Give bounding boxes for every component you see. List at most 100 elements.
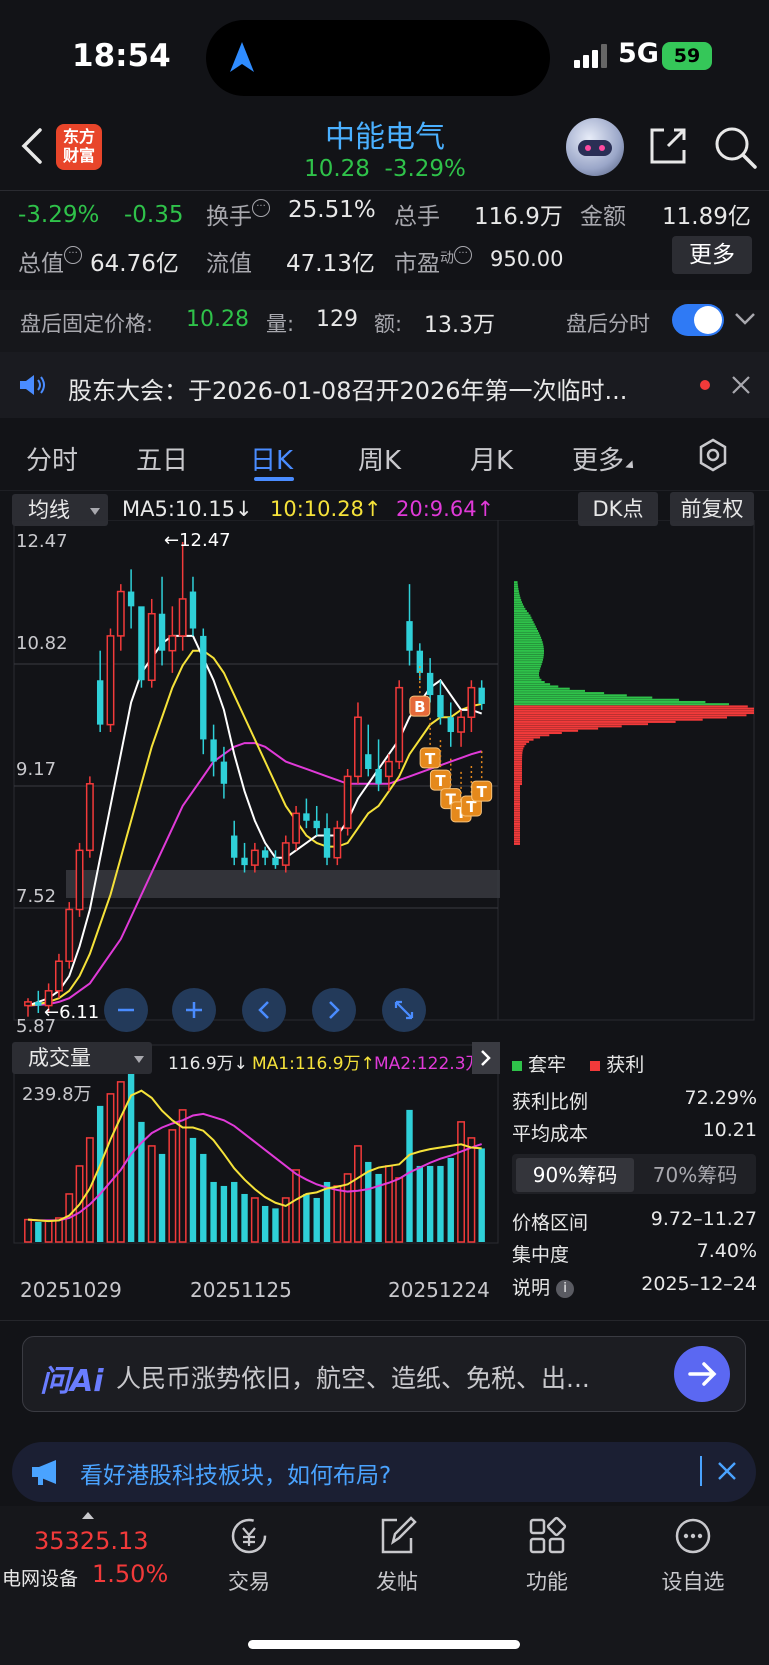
chip-bar bbox=[514, 683, 551, 686]
pe-superscript: 动 bbox=[440, 250, 454, 267]
candle-body-up bbox=[168, 635, 177, 652]
after-vol-label: 量: bbox=[266, 312, 295, 336]
ai-send-button[interactable] bbox=[674, 1346, 730, 1402]
chip-bar bbox=[514, 647, 544, 650]
chip-bar bbox=[514, 842, 520, 845]
volume-bar-up bbox=[116, 1081, 125, 1243]
candle-body-down bbox=[220, 761, 228, 784]
volume-indicator-dropdown[interactable]: 成交量 bbox=[12, 1042, 152, 1074]
volume-bar-up bbox=[457, 1121, 466, 1243]
candle-body-up bbox=[85, 783, 94, 852]
pe-label[interactable]: 市盈动 ··· bbox=[394, 244, 472, 278]
volume-bar-down bbox=[375, 1173, 382, 1242]
chip-bar bbox=[514, 658, 543, 661]
volume-bar-down bbox=[272, 1208, 279, 1242]
chip-bar bbox=[514, 789, 520, 792]
chip-bar bbox=[514, 758, 523, 761]
tab-monthly-k[interactable]: 月K bbox=[470, 440, 513, 477]
chip-bar bbox=[514, 709, 754, 712]
chip-bar bbox=[514, 716, 728, 719]
volume-bar-down bbox=[158, 1153, 166, 1242]
mktcap-label[interactable]: 总值 ··· bbox=[18, 244, 82, 278]
fullscreen-button[interactable] bbox=[382, 988, 426, 1032]
volume-bar-down bbox=[189, 1137, 197, 1242]
nav-trade[interactable]: 交易 bbox=[204, 1514, 294, 1596]
ai-prompt-text[interactable]: 人民币涨势依旧，航空、造纸、免税、出... bbox=[116, 1359, 636, 1395]
turnover-value: 25.51% bbox=[288, 197, 376, 223]
chip-bar bbox=[514, 616, 532, 619]
volume-bar-down bbox=[303, 1193, 310, 1242]
tab-intraday[interactable]: 分时 bbox=[26, 440, 78, 477]
turnover-label[interactable]: 换手 ··· bbox=[206, 197, 270, 231]
nav-post[interactable]: 发帖 bbox=[352, 1514, 442, 1596]
seg-70-button[interactable]: 70%筹码 bbox=[638, 1158, 752, 1192]
caret-up-icon[interactable] bbox=[82, 1512, 94, 1519]
sector-index-name[interactable]: 电网设备 bbox=[2, 1564, 78, 1591]
signal-label: B bbox=[414, 698, 425, 716]
date-label: 20251029 bbox=[20, 1278, 122, 1302]
seg-90-button[interactable]: 90%筹码 bbox=[516, 1158, 634, 1192]
zoom-in-button[interactable] bbox=[172, 988, 216, 1032]
candle-body-up bbox=[333, 827, 342, 859]
avg-cost-label: 平均成本 bbox=[512, 1123, 589, 1145]
back-icon[interactable] bbox=[16, 126, 50, 166]
tab-five-day[interactable]: 五日 bbox=[136, 440, 188, 477]
unread-dot bbox=[700, 380, 710, 390]
candle-body-up bbox=[75, 849, 84, 911]
tab-weekly-k[interactable]: 周K bbox=[358, 440, 401, 477]
volume-bar-up bbox=[147, 1145, 156, 1243]
volume-value: 116.9万 bbox=[474, 204, 563, 230]
change-pct: -3.29% bbox=[18, 202, 100, 228]
chevron-down-icon[interactable] bbox=[734, 310, 756, 328]
network-type: 5G bbox=[618, 38, 659, 69]
candle-body-up bbox=[292, 812, 301, 844]
scroll-left-button[interactable] bbox=[242, 988, 286, 1032]
notice-text[interactable]: 股东大会：于2026-01-08召开2026年第一次临时... bbox=[68, 371, 668, 406]
expand-legend-button[interactable] bbox=[472, 1042, 500, 1074]
after-amt-label: 额: bbox=[374, 312, 403, 336]
tab-daily-k[interactable]: 日K bbox=[250, 440, 293, 477]
tab-more[interactable]: 更多 bbox=[572, 440, 637, 477]
trapped-label: 套牢 bbox=[528, 1054, 567, 1076]
volume-bar-down bbox=[416, 1165, 424, 1242]
chip-bar bbox=[514, 818, 520, 821]
volume-bar-down bbox=[447, 1157, 454, 1242]
stock-name[interactable]: 中能电气 bbox=[260, 112, 510, 156]
chip-bar bbox=[514, 787, 520, 790]
chip-bar bbox=[514, 638, 542, 641]
ai-logo: 问Ai bbox=[40, 1364, 104, 1399]
close-icon[interactable] bbox=[716, 1460, 738, 1482]
volume-bar-down bbox=[261, 1205, 269, 1242]
note-label[interactable]: 说明 i bbox=[512, 1273, 575, 1300]
chip-bar bbox=[514, 672, 540, 675]
chip-bar bbox=[514, 794, 520, 797]
chip-bar bbox=[514, 587, 519, 590]
sector-index-value[interactable]: 35325.13 bbox=[34, 1527, 149, 1555]
gear-icon[interactable] bbox=[696, 438, 730, 472]
search-icon[interactable] bbox=[712, 124, 758, 170]
zoom-out-button[interactable] bbox=[104, 988, 148, 1032]
ma5-legend: MA5:10.15↓ bbox=[122, 497, 253, 521]
high-annotation: ←12.47 bbox=[164, 530, 231, 551]
close-icon[interactable] bbox=[730, 374, 752, 396]
assistant-robot-icon[interactable] bbox=[566, 118, 624, 176]
yuan-exchange-icon bbox=[231, 1518, 267, 1554]
scroll-right-button[interactable] bbox=[312, 988, 356, 1032]
more-stats-button[interactable]: 更多 bbox=[672, 236, 752, 274]
chip-bar bbox=[514, 729, 579, 732]
chip-bar bbox=[514, 734, 550, 737]
nav-watchlist[interactable]: 设自选 bbox=[648, 1514, 738, 1596]
chip-bar bbox=[514, 740, 530, 743]
chip-bar bbox=[514, 689, 586, 692]
stock-chart[interactable]: BTTTTTT bbox=[0, 520, 769, 1320]
candle-body-down bbox=[447, 717, 454, 733]
candle-body-up bbox=[116, 590, 125, 637]
nav-functions[interactable]: 功能 bbox=[502, 1514, 592, 1596]
chip-bar bbox=[514, 661, 543, 664]
promo-text[interactable]: 看好港股科技板块，如何布局? bbox=[80, 1456, 391, 1490]
volume-bar-up bbox=[467, 1137, 476, 1243]
chevron-right-icon bbox=[481, 1050, 491, 1066]
share-icon[interactable] bbox=[646, 124, 690, 168]
toggle-knob bbox=[694, 306, 722, 334]
chip-bar bbox=[514, 803, 520, 806]
